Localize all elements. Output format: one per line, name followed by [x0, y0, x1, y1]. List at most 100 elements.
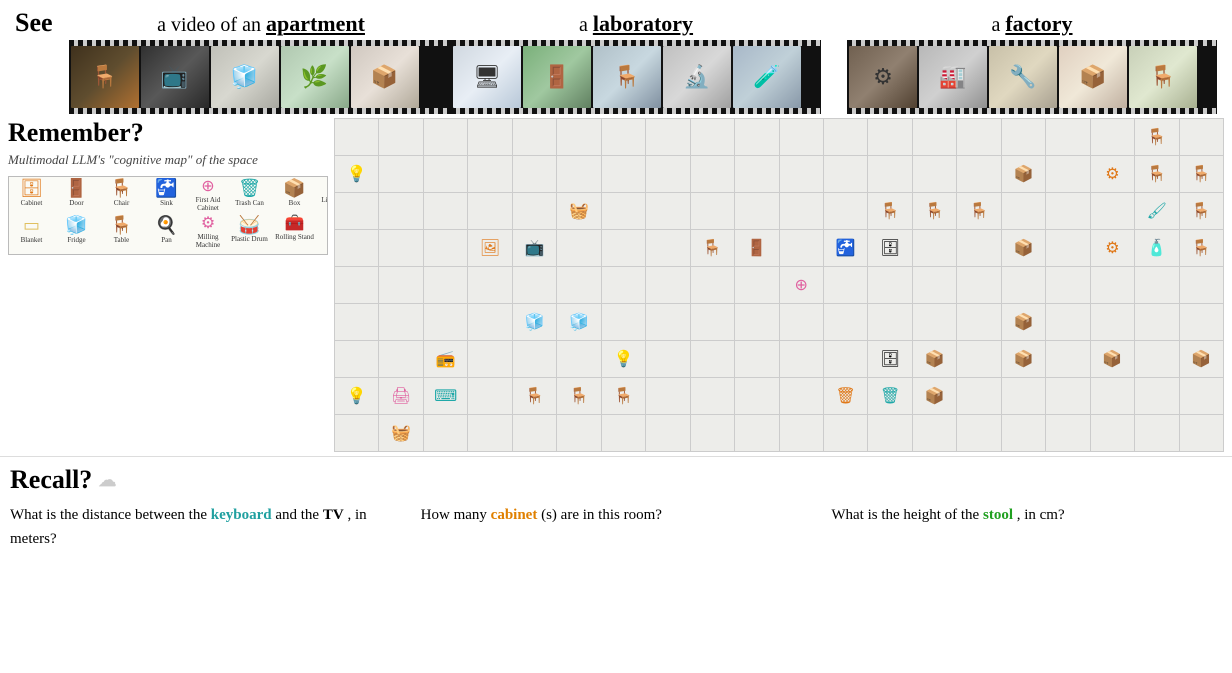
grid-cell-8-9	[735, 415, 778, 451]
icon-first-aid: ⊕ First Aid Cabinet	[189, 177, 227, 214]
cell-icon-3-19: 🪑	[1191, 238, 1211, 258]
cell-icon-1-18: 🪑	[1147, 164, 1167, 184]
grid-cell-1-3	[468, 156, 511, 192]
milling-label: Milling Machine	[192, 234, 224, 249]
q2-text-after: (s) are in this room?	[541, 507, 662, 523]
fridge-icon: 🧊	[65, 216, 87, 234]
drum-icon: 🥁	[238, 216, 260, 234]
cell-icon-7-4: 🪑	[525, 386, 545, 406]
icon-milling: ⚙ Milling Machine	[189, 214, 227, 251]
grid-cell-4-18	[1135, 267, 1178, 303]
cell-icon-6-17: 📦	[1102, 349, 1122, 369]
grid-cell-7-17	[1091, 378, 1134, 414]
sink-label: Sink	[160, 199, 173, 207]
blanket-icon: ▭	[23, 216, 40, 234]
chair-label: Chair	[114, 199, 130, 207]
factory-section: a factory ⚙ 🏭 🔧 📦 🪑	[847, 11, 1217, 114]
q3-text-after: , in cm?	[1017, 507, 1065, 523]
grid-cell-3-0	[335, 230, 378, 266]
cell-icon-3-3: 🖼	[480, 238, 500, 258]
grid-cell-1-14	[957, 156, 1000, 192]
cell-icon-5-4: 🧊	[525, 312, 545, 332]
icon-blanket: ▭ Blanket	[9, 214, 54, 246]
grid-cell-8-13	[913, 415, 956, 451]
grid-cell-6-4	[513, 341, 556, 377]
grid-cell-6-9	[735, 341, 778, 377]
grid-cell-0-19	[1180, 119, 1223, 155]
grid-cell-0-16	[1046, 119, 1089, 155]
pan-icon: 🍳	[155, 216, 177, 234]
grid-cell-6-18	[1135, 341, 1178, 377]
grid-cell-2-15	[1002, 193, 1045, 229]
see-block: See a video of an apartment 🪑 📺 🧊 🌿 📦	[15, 8, 425, 114]
frame-3: 🧊	[211, 46, 279, 108]
icon-sink: 🚰 Sink	[144, 177, 189, 209]
grid-cell-1-10	[780, 156, 823, 192]
grid-cell-2-0	[335, 193, 378, 229]
grid-cell-4-13	[913, 267, 956, 303]
grid-cell-1-18: 🪑	[1135, 156, 1178, 192]
grid-cell-6-3	[468, 341, 511, 377]
grid-cell-6-7	[646, 341, 689, 377]
grid-cell-2-17	[1091, 193, 1134, 229]
recall-q1: What is the distance between the keyboar…	[10, 503, 401, 551]
grid-cell-2-1	[379, 193, 422, 229]
grid-cell-1-1	[379, 156, 422, 192]
grid-cell-5-13	[913, 304, 956, 340]
grid-cell-6-6: 💡	[602, 341, 645, 377]
grid-cell-1-12	[868, 156, 911, 192]
grid-cell-1-17: ⚙	[1091, 156, 1134, 192]
grid-cell-6-10	[780, 341, 823, 377]
grid-cell-8-3	[468, 415, 511, 451]
grid-cell-2-16	[1046, 193, 1089, 229]
grid-cell-4-4	[513, 267, 556, 303]
q1-text-middle: and the	[275, 507, 322, 523]
cell-icon-3-11: 🚰	[836, 238, 856, 258]
grid-cell-0-11	[824, 119, 867, 155]
lab-filmstrip[interactable]: 🖥 🚪 🪑 🔬 🧪	[451, 40, 821, 114]
door-icon: 🚪	[65, 179, 87, 197]
grid-cell-6-19: 📦	[1180, 341, 1223, 377]
grid-cell-2-11	[824, 193, 867, 229]
icon-pan: 🍳 Pan	[144, 214, 189, 246]
grid-cell-4-3	[468, 267, 511, 303]
remember-subtitle: Multimodal LLM's "cognitive map" of the …	[8, 152, 328, 168]
grid-cell-6-12: 🗄	[868, 341, 911, 377]
apartment-filmstrip[interactable]: 🪑 📺 🧊 🌿 📦	[69, 40, 454, 114]
grid-cell-8-16	[1046, 415, 1089, 451]
grid-cell-2-10	[780, 193, 823, 229]
recall-q3: What is the height of the stool , in cm?	[831, 503, 1222, 551]
grid-cell-4-16	[1046, 267, 1089, 303]
grid-cell-8-19	[1180, 415, 1223, 451]
middle-section: Remember? Multimodal LLM's "cognitive ma…	[0, 114, 1232, 456]
grid-cell-5-9	[735, 304, 778, 340]
drum-label: Plastic Drum	[231, 236, 268, 244]
grid-cell-8-7	[646, 415, 689, 451]
factory-filmstrip[interactable]: ⚙ 🏭 🔧 📦 🪑	[847, 40, 1217, 114]
factory-frame-2: 🏭	[919, 46, 987, 108]
grid-cell-7-18	[1135, 378, 1178, 414]
grid-cell-3-10	[780, 230, 823, 266]
cell-icon-6-12: 🗄	[880, 349, 900, 369]
sink-icon: 🚰	[155, 179, 177, 197]
grid-cell-0-14	[957, 119, 1000, 155]
top-header: See a video of an apartment 🪑 📺 🧊 🌿 📦	[0, 0, 1232, 114]
grid-cell-4-5	[557, 267, 600, 303]
grid-cell-1-4	[513, 156, 556, 192]
grid-cell-3-13	[913, 230, 956, 266]
grid-cell-0-15	[1002, 119, 1045, 155]
grid-cell-5-14	[957, 304, 1000, 340]
box-label: Box	[289, 199, 301, 207]
grid-cell-5-11	[824, 304, 867, 340]
icon-rolling-stand: 🧰 Rolling Stand	[272, 214, 317, 244]
grid-cell-7-10	[780, 378, 823, 414]
object-grid-area: 🪑💡📦⚙🪑🪑🧺🪑🪑🪑🖌🪑🖼📺🪑🚪🚰🗄📦⚙🧴🪑⊕🧊🧊📦📻💡🗄📦📦📦📦💡🖨⌨🪑🪑🪑🗑…	[334, 118, 1224, 452]
rolling-stand-label: Rolling Stand	[275, 234, 314, 242]
grid-cell-7-16	[1046, 378, 1089, 414]
grid-cell-2-13: 🪑	[913, 193, 956, 229]
grid-cell-4-14	[957, 267, 1000, 303]
grid-cell-7-1: 🖨	[379, 378, 422, 414]
grid-cell-6-16	[1046, 341, 1089, 377]
grid-cell-4-19	[1180, 267, 1223, 303]
recall-questions: What is the distance between the keyboar…	[10, 503, 1222, 551]
